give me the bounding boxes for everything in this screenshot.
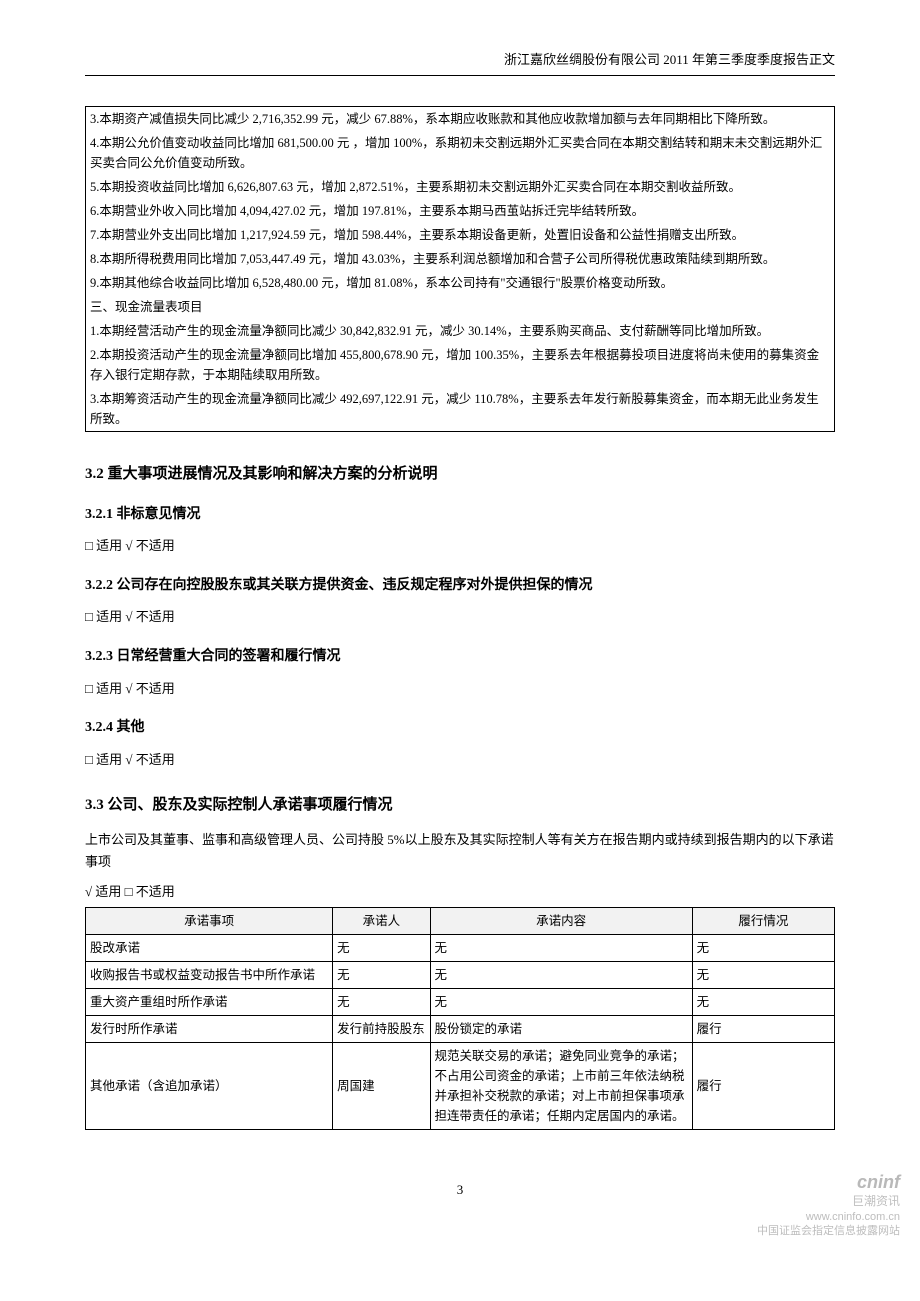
table-row: 股改承诺 无 无 无 [86, 934, 835, 961]
table-row: 收购报告书或权益变动报告书中所作承诺 无 无 无 [86, 961, 835, 988]
cell-person: 无 [333, 961, 430, 988]
applicability-status: □ 适用 √ 不适用 [85, 679, 835, 700]
note-item: 4.本期公允价值变动收益同比增加 681,500.00 元 ，增加 100%，系… [86, 131, 834, 175]
cell-item: 股改承诺 [86, 934, 333, 961]
note-item: 3.本期资产减值损失同比减少 2,716,352.99 元，减少 67.88%，… [86, 107, 834, 131]
watermark-url: www.cninfo.com.cn [806, 1211, 900, 1223]
applicability-status: □ 适用 √ 不适用 [85, 750, 835, 771]
page-header: 浙江嘉欣丝绸股份有限公司 2011 年第三季度季度报告正文 [85, 50, 835, 76]
cell-item: 发行时所作承诺 [86, 1015, 333, 1042]
table-row: 发行时所作承诺 发行前持股股东 股份锁定的承诺 履行 [86, 1015, 835, 1042]
cell-status: 无 [692, 961, 834, 988]
section-3-3-heading: 3.3 公司、股东及实际控制人承诺事项履行情况 [85, 793, 835, 817]
th-fulfil: 履行情况 [692, 907, 834, 934]
commitment-table: 承诺事项 承诺人 承诺内容 履行情况 股改承诺 无 无 无 收购报告书或权益变动… [85, 907, 835, 1130]
cell-person: 无 [333, 988, 430, 1015]
applicability-status: √ 适用 □ 不适用 [85, 881, 835, 903]
note-item: 5.本期投资收益同比增加 6,626,807.63 元，增加 2,872.51%… [86, 175, 834, 199]
cell-person: 周国建 [333, 1042, 430, 1129]
cell-content: 无 [430, 934, 692, 961]
section-3-2-2-heading: 3.2.2 公司存在向控股股东或其关联方提供资金、违反规定程序对外提供担保的情况 [85, 575, 835, 597]
watermark-cn: 巨潮资讯 [852, 1194, 900, 1208]
th-content: 承诺内容 [430, 907, 692, 934]
note-item: 三、现金流量表项目 [86, 295, 834, 319]
page-number: 3 [85, 1180, 835, 1201]
table-header-row: 承诺事项 承诺人 承诺内容 履行情况 [86, 907, 835, 934]
cell-status: 无 [692, 988, 834, 1015]
cell-item: 收购报告书或权益变动报告书中所作承诺 [86, 961, 333, 988]
applicability-status: □ 适用 √ 不适用 [85, 536, 835, 557]
table-row: 重大资产重组时所作承诺 无 无 无 [86, 988, 835, 1015]
th-person: 承诺人 [333, 907, 430, 934]
cell-status: 履行 [692, 1015, 834, 1042]
cell-content: 无 [430, 961, 692, 988]
section-3-2-4-heading: 3.2.4 其他 [85, 717, 835, 739]
note-item: 3.本期筹资活动产生的现金流量净额同比减少 492,697,122.91 元，减… [86, 387, 834, 431]
notes-box: 3.本期资产减值损失同比减少 2,716,352.99 元，减少 67.88%，… [85, 106, 835, 432]
watermark-desc: 中国证监会指定信息披露网站 [757, 1225, 900, 1237]
watermark-logo: cninf [857, 1172, 900, 1192]
cell-item: 重大资产重组时所作承诺 [86, 988, 333, 1015]
watermark: cninf 巨潮资讯 www.cninfo.com.cn 中国证监会指定信息披露… [757, 1171, 900, 1239]
note-item: 2.本期投资活动产生的现金流量净额同比增加 455,800,678.90 元，增… [86, 343, 834, 387]
note-item: 9.本期其他综合收益同比增加 6,528,480.00 元，增加 81.08%，… [86, 271, 834, 295]
note-item: 8.本期所得税费用同比增加 7,053,447.49 元，增加 43.03%，主… [86, 247, 834, 271]
note-item: 7.本期营业外支出同比增加 1,217,924.59 元，增加 598.44%，… [86, 223, 834, 247]
note-item: 1.本期经营活动产生的现金流量净额同比减少 30,842,832.91 元，减少… [86, 319, 834, 343]
cell-status: 履行 [692, 1042, 834, 1129]
cell-person: 无 [333, 934, 430, 961]
cell-content: 规范关联交易的承诺；避免同业竞争的承诺；不占用公司资金的承诺；上市前三年依法纳税… [430, 1042, 692, 1129]
cell-item: 其他承诺（含追加承诺） [86, 1042, 333, 1129]
section-3-3-intro: 上市公司及其董事、监事和高级管理人员、公司持股 5%以上股东及其实际控制人等有关… [85, 829, 835, 873]
cell-content: 无 [430, 988, 692, 1015]
section-3-2-heading: 3.2 重大事项进展情况及其影响和解决方案的分析说明 [85, 462, 835, 486]
note-item: 6.本期营业外收入同比增加 4,094,427.02 元，增加 197.81%，… [86, 199, 834, 223]
section-3-2-1-heading: 3.2.1 非标意见情况 [85, 504, 835, 526]
section-3-2-3-heading: 3.2.3 日常经营重大合同的签署和履行情况 [85, 646, 835, 668]
cell-person: 发行前持股股东 [333, 1015, 430, 1042]
cell-status: 无 [692, 934, 834, 961]
table-row: 其他承诺（含追加承诺） 周国建 规范关联交易的承诺；避免同业竞争的承诺；不占用公… [86, 1042, 835, 1129]
cell-content: 股份锁定的承诺 [430, 1015, 692, 1042]
th-item: 承诺事项 [86, 907, 333, 934]
applicability-status: □ 适用 √ 不适用 [85, 607, 835, 628]
